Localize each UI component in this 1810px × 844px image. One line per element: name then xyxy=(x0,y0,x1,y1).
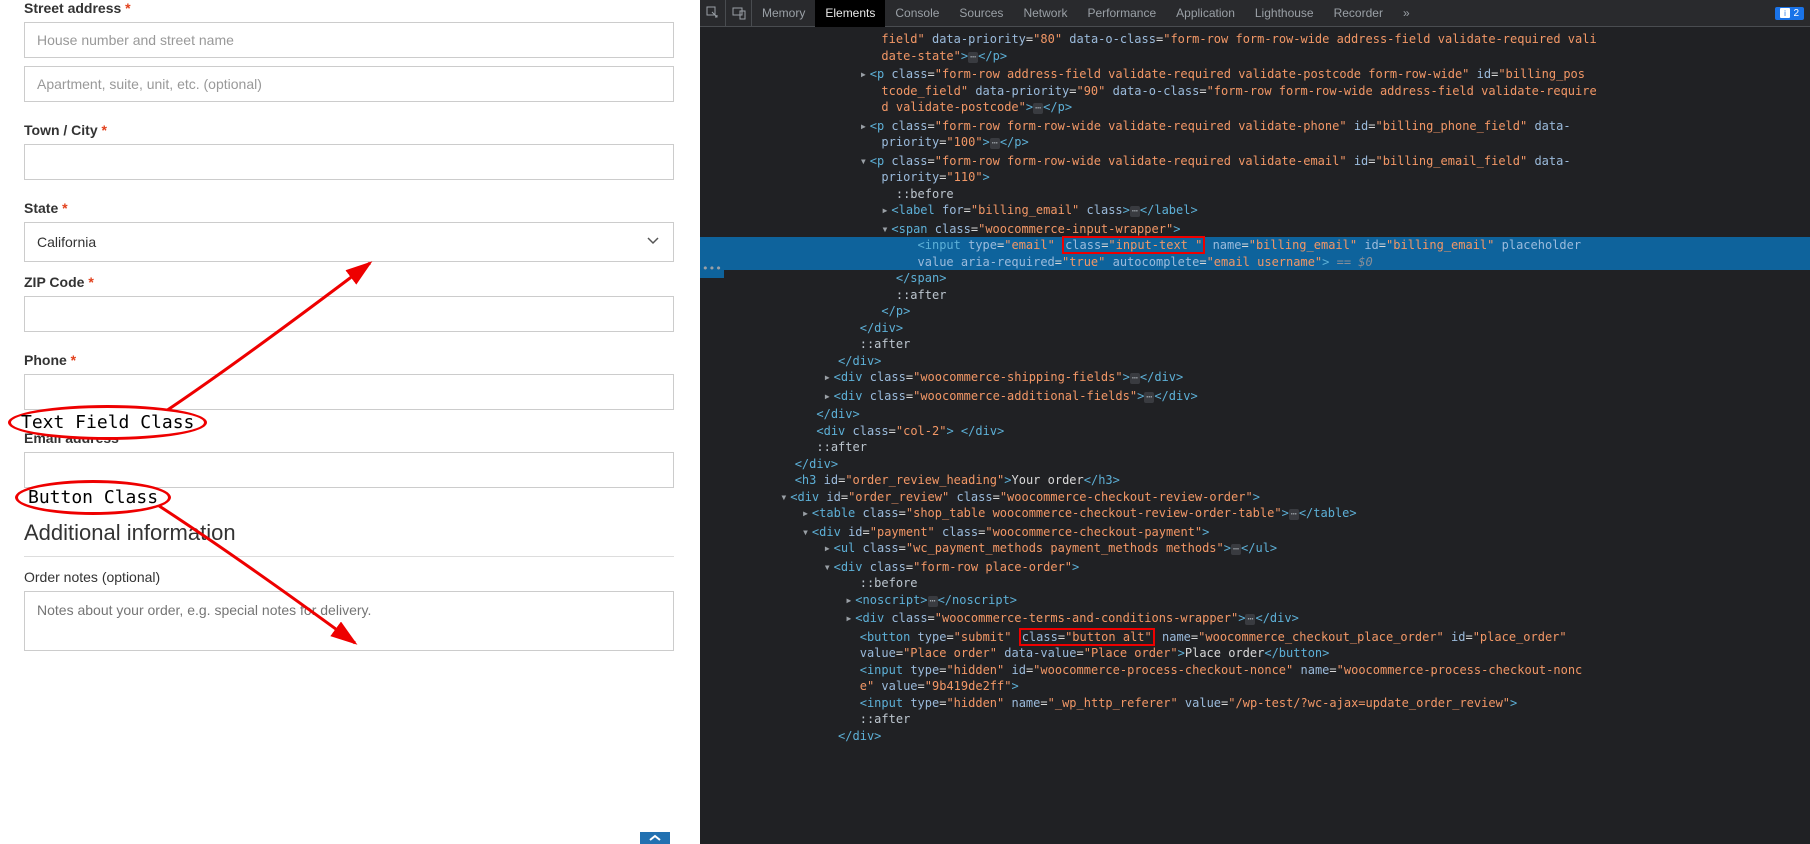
scroll-top-button[interactable] xyxy=(640,832,670,844)
devtools-toolbar: Memory Elements Console Sources Network … xyxy=(700,0,1810,27)
dom-tree[interactable]: ••• field" data-priority="80" data-o-cla… xyxy=(700,27,1810,844)
devtools-panel: Memory Elements Console Sources Network … xyxy=(700,0,1810,844)
tab-elements[interactable]: Elements xyxy=(815,0,885,27)
annotation-button-class: Button Class xyxy=(15,480,171,515)
input-street1[interactable] xyxy=(24,22,674,58)
label-order-notes: Order notes (optional) xyxy=(24,569,676,585)
label-state: State * xyxy=(24,200,676,216)
label-phone: Phone * xyxy=(24,352,676,368)
label-street: Street address * xyxy=(24,0,676,16)
device-icon[interactable] xyxy=(726,0,752,27)
tab-console[interactable]: Console xyxy=(885,0,949,27)
tab-recorder[interactable]: Recorder xyxy=(1324,0,1393,27)
tab-application[interactable]: Application xyxy=(1166,0,1245,27)
textarea-order-notes[interactable] xyxy=(24,591,674,651)
tab-performance[interactable]: Performance xyxy=(1077,0,1166,27)
highlight-input-text-class: class="input-text " xyxy=(1062,236,1205,254)
input-town[interactable] xyxy=(24,144,674,180)
label-town: Town / City * xyxy=(24,122,676,138)
annotation-text-field-class: Text Field Class xyxy=(8,405,207,440)
inspect-icon[interactable] xyxy=(700,0,726,27)
tab-memory[interactable]: Memory xyxy=(752,0,815,27)
issue-badge[interactable]: i2 xyxy=(1775,7,1804,20)
input-zip[interactable] xyxy=(24,296,674,332)
line-actions-icon[interactable]: ••• xyxy=(700,261,724,278)
tab-more-icon[interactable]: » xyxy=(1393,0,1420,27)
tab-sources[interactable]: Sources xyxy=(949,0,1013,27)
select-state[interactable]: California xyxy=(24,222,674,262)
tab-network[interactable]: Network xyxy=(1013,0,1077,27)
svg-text:i: i xyxy=(1785,9,1787,18)
highlight-button-alt-class: class="button alt" xyxy=(1019,628,1155,646)
label-zip: ZIP Code * xyxy=(24,274,676,290)
additional-info-heading: Additional information xyxy=(24,520,674,557)
input-street2[interactable] xyxy=(24,66,674,102)
tab-lighthouse[interactable]: Lighthouse xyxy=(1245,0,1324,27)
